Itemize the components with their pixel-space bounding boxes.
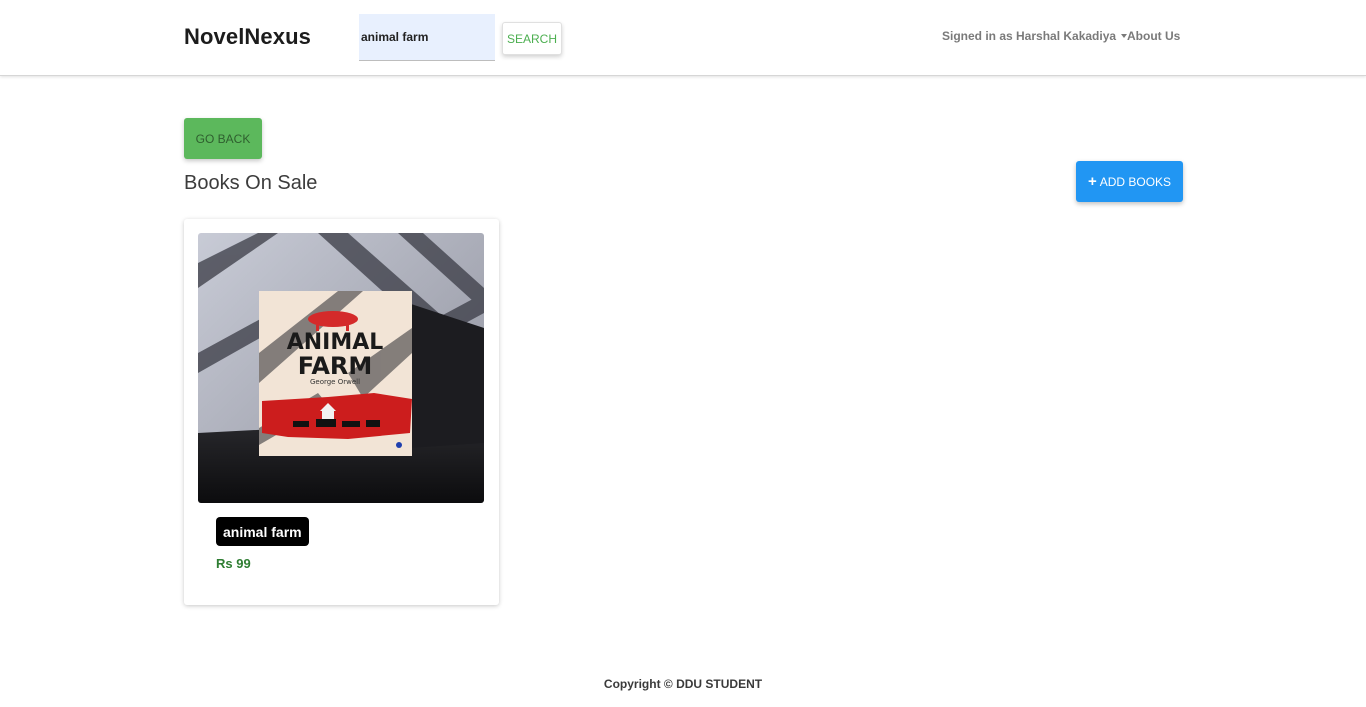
book-cover-image[interactable]: ANIMAL FARM George Orwell [198, 233, 484, 503]
brand-logo[interactable]: NovelNexus [184, 24, 311, 50]
footer-copyright: Copyright © DDU STUDENT [603, 677, 763, 691]
book-title-badge[interactable]: animal farm [216, 517, 309, 546]
add-books-button[interactable]: + ADD BOOKS [1076, 161, 1183, 202]
add-books-label: ADD BOOKS [1099, 174, 1172, 189]
book-price: Rs 99 [216, 556, 251, 571]
page-title: Books On Sale [184, 172, 318, 194]
go-back-button[interactable]: GO BACK [184, 118, 262, 159]
book-cover-photo: ANIMAL FARM George Orwell [198, 233, 484, 503]
navbar: NovelNexus SEARCH Signed in as Harshal K… [0, 0, 1366, 76]
user-menu-dropdown[interactable]: Signed in as Harshal Kakadiya [942, 29, 1128, 43]
about-us-link[interactable]: About Us [1127, 29, 1180, 43]
cover-title-line2: FARM [298, 352, 373, 380]
user-menu-label: Signed in as Harshal Kakadiya [942, 29, 1117, 43]
cover-author: George Orwell [310, 378, 360, 386]
book-card: ANIMAL FARM George Orwell animal farm Rs… [184, 219, 499, 605]
search-input[interactable] [359, 14, 495, 61]
search-button[interactable]: SEARCH [502, 22, 562, 55]
plus-icon: + [1087, 173, 1097, 190]
